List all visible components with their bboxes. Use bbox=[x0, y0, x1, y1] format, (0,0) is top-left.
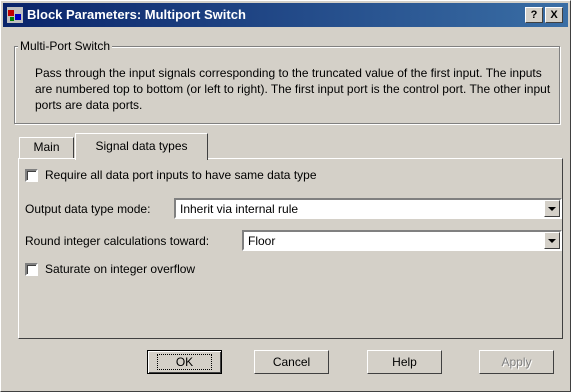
help-title-button[interactable]: ? bbox=[525, 7, 543, 23]
help-button-label: Help bbox=[392, 355, 417, 369]
ok-button[interactable]: OK bbox=[147, 350, 222, 374]
round-toward-select[interactable]: Floor bbox=[242, 230, 562, 251]
output-mode-value: Inherit via internal rule bbox=[180, 202, 299, 216]
group-label: Multi-Port Switch bbox=[18, 39, 113, 53]
apply-button[interactable]: Apply bbox=[479, 350, 554, 374]
chevron-down-icon[interactable] bbox=[544, 200, 560, 217]
block-description: Pass through the input signals correspon… bbox=[35, 66, 551, 112]
tab-signal-data-types[interactable]: Signal data types bbox=[75, 133, 208, 160]
window-title: Block Parameters: Multiport Switch bbox=[27, 7, 246, 22]
saturate-checkbox[interactable] bbox=[25, 263, 38, 276]
saturate-label: Saturate on integer overflow bbox=[45, 262, 196, 276]
simulink-block-icon bbox=[7, 7, 23, 23]
ok-button-label: OK bbox=[156, 354, 213, 370]
title-bar[interactable]: Block Parameters: Multiport Switch ? X bbox=[3, 3, 568, 27]
output-mode-select[interactable]: Inherit via internal rule bbox=[174, 198, 562, 219]
dialog-window: Block Parameters: Multiport Switch ? X M… bbox=[0, 0, 571, 392]
require-same-type-label: Require all data port inputs to have sam… bbox=[45, 168, 317, 182]
help-button[interactable]: Help bbox=[367, 350, 442, 374]
apply-button-label: Apply bbox=[501, 355, 532, 369]
chevron-down-icon[interactable] bbox=[544, 232, 560, 249]
cancel-button[interactable]: Cancel bbox=[254, 350, 329, 374]
cancel-button-label: Cancel bbox=[272, 355, 311, 369]
close-button[interactable]: X bbox=[545, 7, 563, 23]
round-toward-label: Round integer calculations toward: bbox=[25, 234, 210, 248]
output-mode-label: Output data type mode: bbox=[25, 202, 151, 216]
require-same-type-checkbox[interactable] bbox=[25, 169, 38, 182]
round-toward-value: Floor bbox=[248, 234, 276, 248]
tab-main[interactable]: Main bbox=[19, 137, 74, 159]
